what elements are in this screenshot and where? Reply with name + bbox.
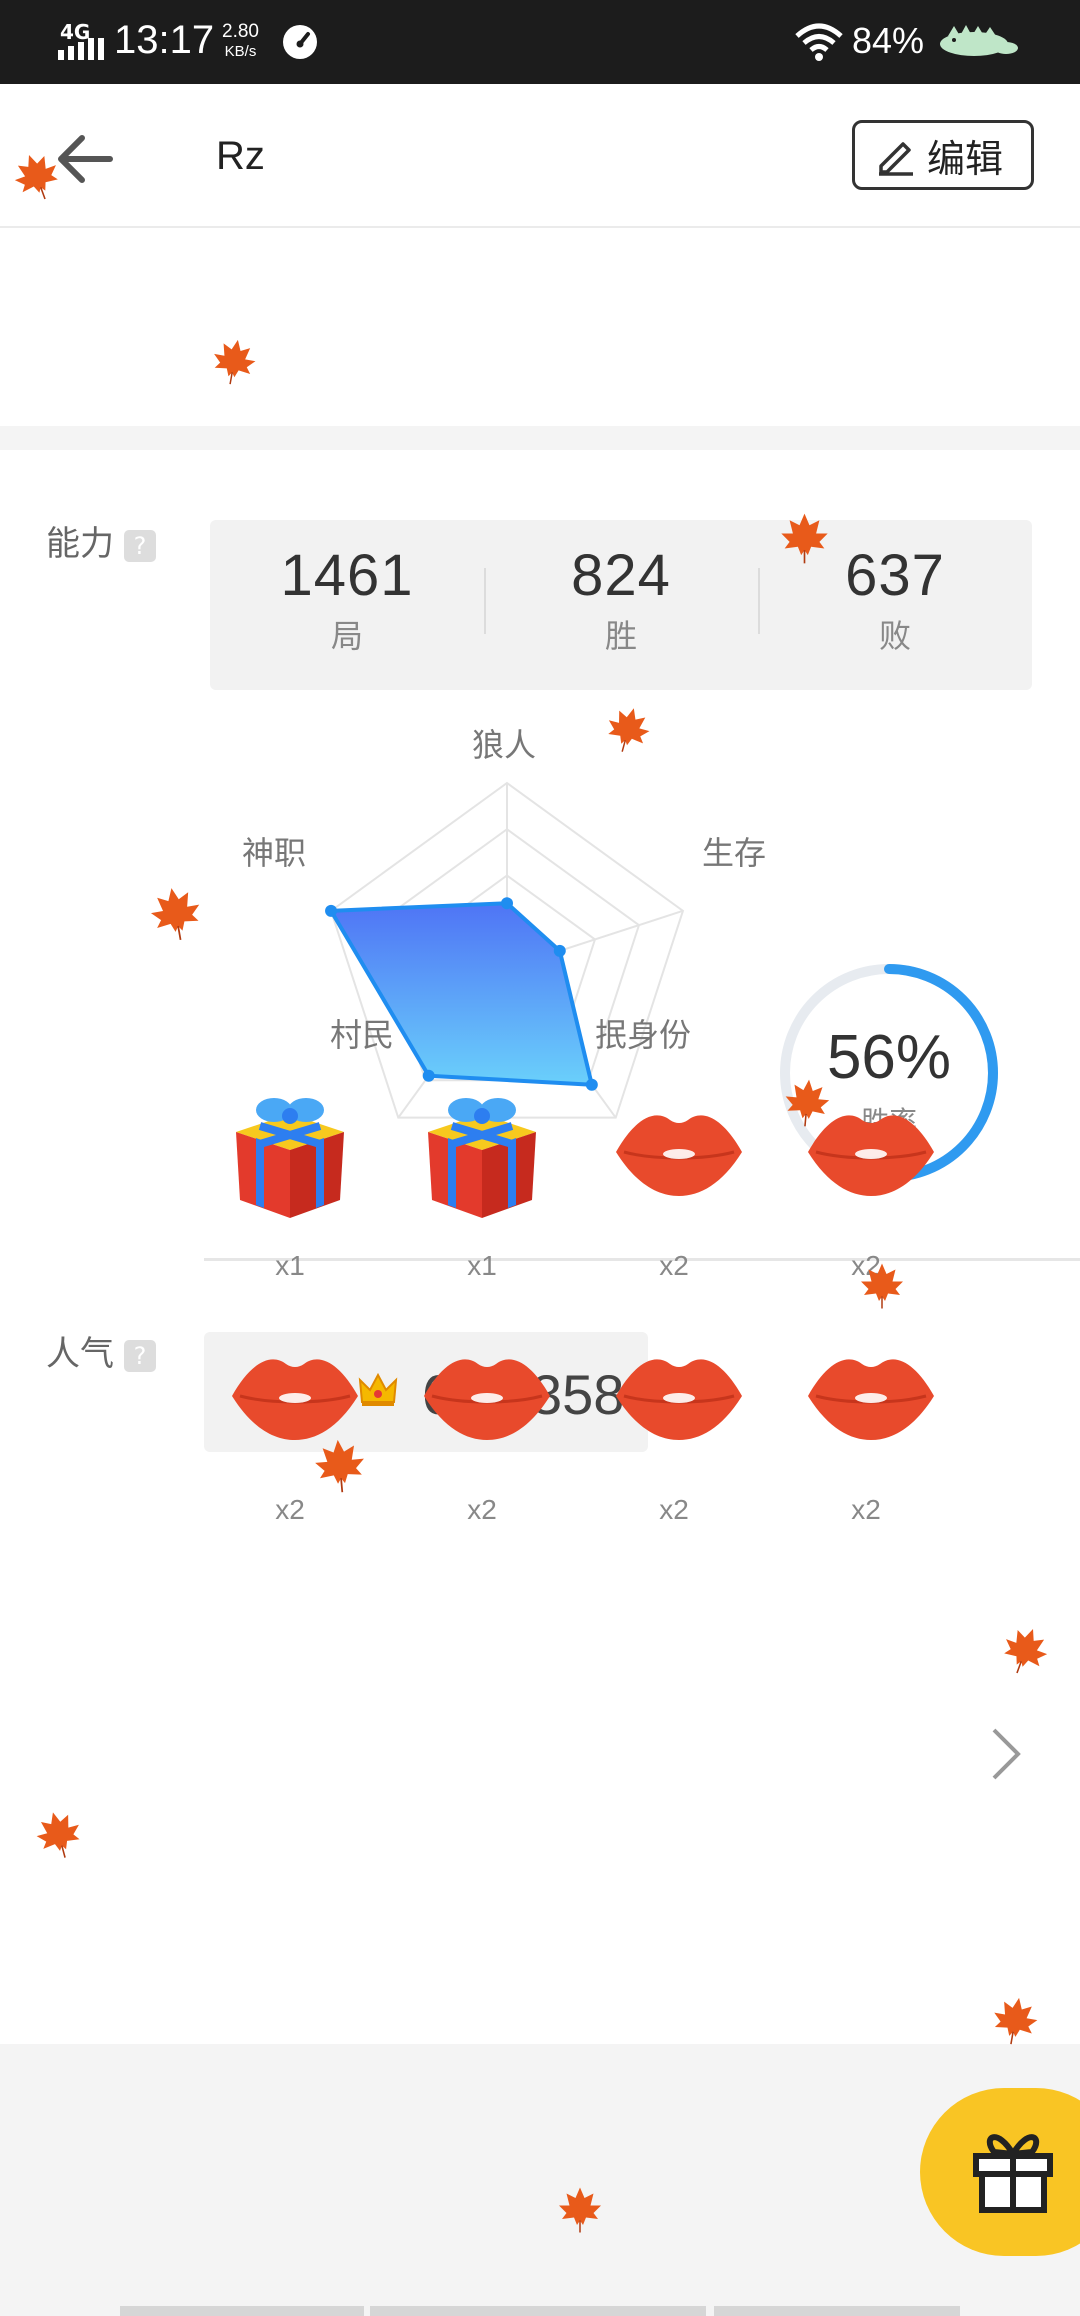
gift-item[interactable]: x2 bbox=[594, 1324, 754, 1525]
gift-item[interactable]: x2 bbox=[594, 1080, 754, 1281]
clock: 13:17 bbox=[114, 18, 215, 62]
lips-icon bbox=[424, 1359, 550, 1440]
maple-leaf-icon bbox=[315, 1439, 364, 1493]
gift-count: x2 bbox=[467, 1494, 497, 1525]
net-speed: 2.80 KB/s bbox=[222, 22, 259, 62]
stat-wins: 824 胜 bbox=[484, 520, 758, 690]
gift-icon bbox=[973, 2134, 1053, 2213]
maple-leaf-icon bbox=[994, 1997, 1038, 2045]
maple-leaf-icon bbox=[781, 513, 828, 564]
stat-losses-label: 败 bbox=[878, 617, 911, 655]
wifi-icon bbox=[795, 23, 843, 61]
stat-wins-label: 胜 bbox=[604, 617, 637, 655]
radar-label-survival: 生存 bbox=[702, 834, 767, 872]
tab-indicator bbox=[714, 2306, 960, 2316]
signal-icon bbox=[58, 38, 104, 60]
radar-point bbox=[553, 944, 566, 957]
lips-icon bbox=[616, 1359, 742, 1440]
popularity-help-icon[interactable]: ? bbox=[124, 1339, 156, 1372]
radar-point bbox=[501, 897, 513, 910]
page-title: Rz bbox=[216, 134, 265, 178]
stat-games: 1461 局 bbox=[210, 520, 484, 690]
gift-item[interactable]: x2 bbox=[402, 1324, 562, 1525]
stat-games-label: 局 bbox=[330, 617, 363, 655]
net-speed-value: 2.80 bbox=[222, 21, 259, 42]
bottom-tab-indicators bbox=[0, 2306, 1080, 2316]
maple-leaf-icon bbox=[150, 888, 200, 941]
speedometer-icon bbox=[283, 25, 317, 59]
gift-box-icon bbox=[428, 1098, 536, 1218]
status-bar: 4G 13:17 2.80 KB/s 84% bbox=[0, 0, 1080, 84]
gift-count: x2 bbox=[659, 1250, 689, 1281]
stat-games-value: 1461 bbox=[280, 543, 414, 608]
gift-box-icon bbox=[236, 1098, 344, 1218]
edit-button[interactable]: 编辑 bbox=[852, 120, 1034, 190]
radar-label-villager: 村民 bbox=[330, 1016, 395, 1054]
gift-item[interactable]: x2 bbox=[786, 1324, 946, 1525]
radar-area bbox=[329, 901, 594, 1087]
maple-leaf-icon bbox=[861, 1263, 903, 1309]
stat-wins-value: 824 bbox=[571, 543, 671, 608]
profile-blank-area bbox=[0, 228, 1080, 426]
ability-label: 能力 bbox=[46, 524, 114, 564]
gift-count: x1 bbox=[467, 1250, 497, 1281]
gift-item[interactable]: x1 bbox=[402, 1080, 562, 1281]
tab-indicator bbox=[120, 2306, 364, 2316]
battery-level: 84% bbox=[852, 20, 925, 61]
lips-icon bbox=[616, 1115, 742, 1196]
edit-button-label: 编辑 bbox=[927, 136, 1004, 181]
battery-dino-icon bbox=[940, 25, 1018, 56]
radar-label-god: 神职 bbox=[242, 834, 307, 872]
send-gift-button[interactable] bbox=[920, 2088, 1080, 2256]
popularity-section-label: 人气? bbox=[46, 1326, 156, 1375]
tab-indicator bbox=[370, 2306, 706, 2316]
game-stats: 1461 局 824 胜 637 败 bbox=[210, 520, 1032, 690]
lips-icon bbox=[808, 1359, 934, 1440]
app-bar: Rz 编辑 bbox=[0, 84, 1080, 228]
gift-count: x2 bbox=[851, 1494, 881, 1525]
radar-point bbox=[325, 904, 338, 917]
stats-card: 能力? 1461 局 824 胜 637 败 狼人 生存 抿身份 村民 神职 5… bbox=[0, 450, 1080, 2044]
chevron-right-icon[interactable] bbox=[988, 1726, 1024, 1782]
maple-leaf-icon bbox=[214, 339, 256, 385]
gift-count: x2 bbox=[275, 1494, 305, 1525]
gift-count: x2 bbox=[659, 1494, 689, 1525]
popularity-label: 人气 bbox=[46, 1334, 114, 1374]
gift-item[interactable]: x1 bbox=[210, 1080, 370, 1281]
radar-label-werewolf: 狼人 bbox=[472, 726, 537, 764]
gift-count: x1 bbox=[275, 1250, 305, 1281]
ability-help-icon[interactable]: ? bbox=[124, 529, 156, 562]
ability-section-label: 能力? bbox=[46, 516, 156, 565]
net-speed-unit: KB/s bbox=[224, 43, 257, 60]
maple-leaf-icon bbox=[559, 2187, 601, 2233]
edit-pencil-icon bbox=[879, 142, 913, 176]
radar-label-identify: 抿身份 bbox=[595, 1016, 692, 1054]
maple-leaf-icon bbox=[785, 1079, 830, 1127]
